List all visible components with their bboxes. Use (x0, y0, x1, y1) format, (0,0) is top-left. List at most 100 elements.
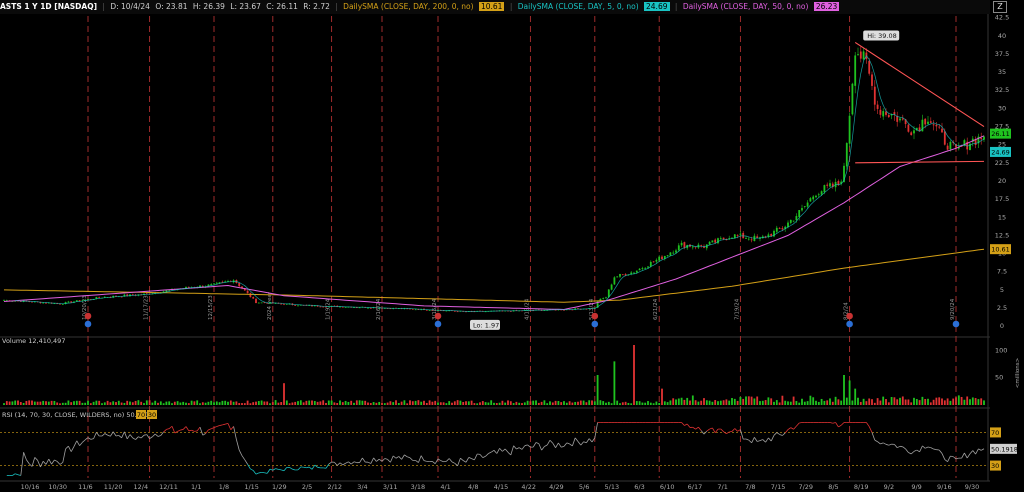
candle-body (949, 141, 952, 150)
candle-body (635, 270, 638, 273)
support-trendline (855, 160, 985, 164)
rsi-line-segment (96, 432, 100, 437)
volume-bar (619, 403, 621, 405)
rsi-line-segment (897, 445, 901, 449)
time-axis-label: 2/5 (302, 483, 312, 491)
volume-bar (585, 402, 588, 405)
volume-bar (28, 400, 31, 405)
rsi-line-segment (390, 455, 394, 463)
volume-bar (375, 402, 378, 405)
volume-bar (843, 375, 845, 405)
rsi-line-segment (535, 442, 539, 445)
candle-body (812, 196, 815, 200)
volume-bar (117, 400, 120, 405)
volume-bar (904, 399, 907, 405)
rsi-line-segment (126, 434, 131, 440)
rsi-line-segment (275, 468, 279, 470)
candle-body (255, 298, 257, 304)
volume-bar (621, 402, 624, 405)
rsi-line-segment (832, 422, 836, 424)
volume-bar (302, 402, 305, 405)
volume-bar (557, 400, 560, 405)
volume-bar (907, 399, 910, 405)
volume-bar (19, 402, 22, 405)
volume-bar (476, 403, 479, 405)
volume-bar (459, 400, 462, 405)
time-axis-label: 1/8 (219, 483, 229, 491)
rsi-line-segment (205, 429, 209, 434)
volume-bar (630, 403, 633, 405)
rsi-line-segment (790, 427, 794, 430)
volume-bar (285, 400, 288, 405)
volume-bar (890, 397, 893, 405)
time-axis-label: 7/8 (745, 483, 755, 491)
rsi-line-segment (930, 447, 934, 450)
candle-body (714, 239, 717, 243)
volume-bar (725, 399, 728, 405)
volume-bar (232, 401, 235, 405)
event-date-label: 9/20/24 (950, 298, 956, 320)
candle-body (610, 284, 613, 290)
volume-bar (588, 400, 591, 405)
volume-bar (946, 398, 949, 405)
rsi-line-segment (281, 469, 285, 472)
volume-bar (187, 403, 190, 405)
rsi-line-segment (392, 455, 397, 459)
volume-bar (316, 401, 319, 405)
time-axis-label: 6/3 (634, 483, 644, 491)
candle-body (924, 118, 927, 125)
candle-body (745, 238, 747, 239)
volume-bar (941, 398, 943, 405)
volume-bar (50, 400, 53, 405)
earnings-icon (434, 320, 442, 328)
sma50-line (3, 135, 985, 311)
volume-bar (299, 400, 302, 405)
volume-bar (882, 396, 885, 405)
rsi-line-segment (877, 441, 881, 445)
volume-bar (887, 402, 890, 405)
volume-bar (915, 399, 918, 405)
rsi-line-segment (829, 422, 833, 424)
volume-bar (837, 399, 840, 405)
rsi-line-segment (359, 457, 363, 463)
volume-bar (81, 402, 84, 405)
volume-bar (196, 400, 199, 405)
rsi-line-segment (252, 470, 257, 475)
rsi-line-segment (712, 427, 716, 433)
volume-bar (829, 398, 831, 405)
rsi-line-segment (745, 438, 749, 441)
price-tick-label: 17.5 (995, 195, 1009, 203)
volume-bar (635, 401, 638, 405)
rsi-line-segment (561, 446, 565, 448)
volume-bar (495, 403, 498, 405)
candle-body (854, 55, 857, 86)
volume-bar (218, 402, 221, 405)
rsi-line-segment (698, 426, 702, 431)
volume-bar (361, 400, 364, 405)
candle-body (691, 246, 694, 248)
rsi-line-segment (202, 433, 206, 436)
volume-bar (775, 400, 778, 405)
candle-body (297, 305, 299, 307)
volume-bar (739, 396, 742, 405)
rsi-line-segment (720, 428, 724, 433)
rsi-line-segment (776, 432, 780, 435)
rsi-line-segment (250, 468, 254, 471)
volume-bar (638, 401, 641, 405)
volume-bar (280, 402, 283, 405)
rsi-line-segment (507, 452, 512, 456)
rsi-line-segment (255, 472, 259, 475)
volume-bar (560, 402, 563, 405)
time-axis-label: 6/17 (688, 483, 703, 491)
volume-bar (420, 401, 423, 405)
volume-bar (929, 402, 932, 405)
rsi-line-segment (404, 454, 408, 458)
volume-bar (663, 401, 666, 405)
rsi-line-segment (894, 444, 898, 448)
rsi-line-segment (432, 461, 436, 464)
rsi-line-segment (62, 448, 66, 463)
rsi-line-segment (908, 452, 912, 455)
candle-body (210, 284, 213, 285)
volume-bar (697, 401, 700, 405)
rsi-line-segment (191, 429, 195, 432)
